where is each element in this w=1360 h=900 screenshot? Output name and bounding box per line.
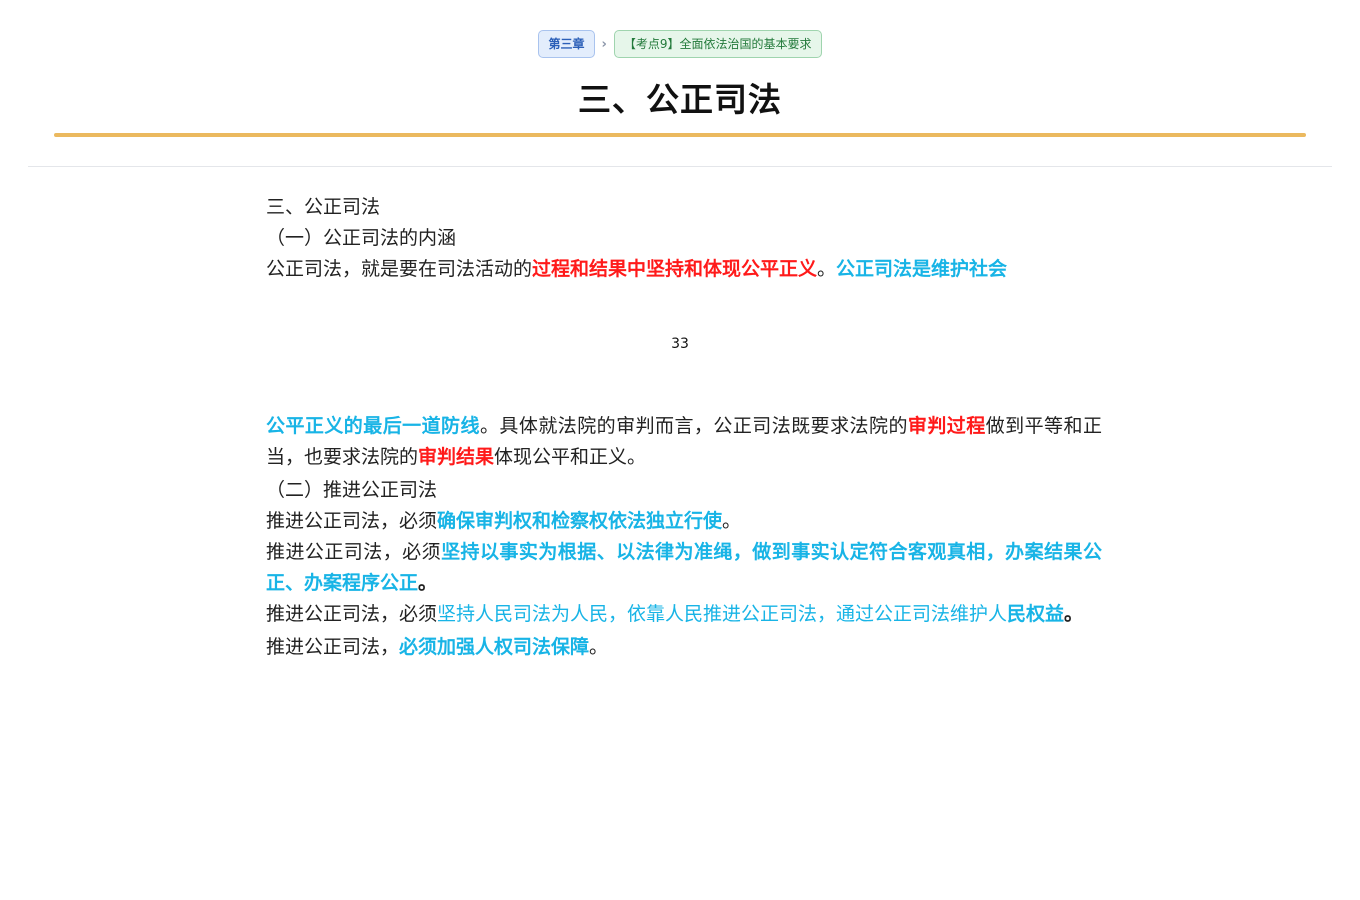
paragraph-6: 推进公正司法，必须加强人权司法保障。 (266, 632, 1102, 663)
paragraph-2-red-emphasis-result: 审判结果 (418, 446, 495, 468)
section-heading: 三、公正司法 (266, 196, 381, 218)
paragraph-4-text-a: 推进公正司法，必须 (266, 541, 442, 563)
breadcrumb-chapter-tag[interactable]: 第三章 (538, 30, 595, 58)
paragraph-2-blue-emphasis: 公平正义的最后一道防线 (266, 415, 480, 437)
page-number: 33 (671, 336, 689, 352)
title-underline (54, 133, 1306, 137)
paragraph-1-blue-emphasis: 公正司法是维护社会 (836, 258, 1008, 280)
document-text-lower: 公平正义的最后一道防线。具体就法院的审判而言，公正司法既要求法院的审判过程做到平… (266, 411, 1102, 663)
document-text-upper: 三、公正司法 （一）公正司法的内涵 公正司法，就是要在司法活动的过程和结果中坚持… (266, 192, 1102, 285)
paragraph-1: 公正司法，就是要在司法活动的过程和结果中坚持和体现公平正义。公正司法是维护社会 (266, 254, 1102, 285)
paragraph-3-blue-emphasis: 确保审判权和检察权依法独立行使 (437, 510, 723, 532)
paragraph-6-text-a: 推进公正司法， (266, 636, 400, 658)
paragraph-5: 推进公正司法，必须坚持人民司法为人民，依靠人民推进公正司法，通过公正司法维护人民… (266, 599, 1102, 630)
paragraph-5-blue-text: 坚持人民司法为人民，依靠人民推进公正司法，通过公正司法维护人 (437, 603, 1008, 625)
paragraph-3-text-c: 。 (722, 510, 742, 532)
paragraph-1-text-c: 。 (817, 258, 837, 280)
paragraph-1-red-emphasis: 过程和结果中坚持和体现公平正义 (532, 258, 818, 280)
page-title: 三、公正司法 (578, 80, 782, 119)
paragraph-2-red-emphasis-process: 审判过程 (907, 415, 986, 437)
header-divider (28, 166, 1332, 167)
breadcrumb-topic-tag[interactable]: 【考点9】全面依法治国的基本要求 (613, 30, 822, 58)
subsection-heading-1: （一）公正司法的内涵 (266, 227, 457, 249)
breadcrumb: 第三章 › 【考点9】全面依法治国的基本要求 (0, 30, 1360, 58)
document-page: 第三章 › 【考点9】全面依法治国的基本要求 三、公正司法 三、公正司法 （一）… (0, 0, 1360, 900)
chevron-right-icon: › (601, 36, 607, 52)
paragraph-3: 推进公正司法，必须确保审判权和检察权依法独立行使。 (266, 506, 1102, 537)
paragraph-6-text-c: 。 (589, 636, 609, 658)
paragraph-2: 公平正义的最后一道防线。具体就法院的审判而言，公正司法既要求法院的审判过程做到平… (266, 411, 1102, 473)
paragraph-5-blue-emphasis: 民权益 (1007, 603, 1065, 625)
subsection-heading-2: （二）推进公正司法 (266, 479, 438, 501)
paragraph-3-text-a: 推进公正司法，必须 (266, 510, 438, 532)
paragraph-1-text-a: 公正司法，就是要在司法活动的 (266, 258, 533, 280)
paragraph-2-text-f: 体现公平和正义。 (494, 446, 647, 468)
paragraph-2-text-b: 。具体就法院的审判而言，公正司法既要求法院的 (479, 415, 908, 437)
paragraph-5-text-d: 。 (1064, 603, 1084, 625)
paragraph-6-blue-emphasis: 必须加强人权司法保障 (399, 636, 590, 658)
paragraph-5-text-a: 推进公正司法，必须 (266, 603, 438, 625)
paragraph-4: 推进公正司法，必须坚持以事实为根据、以法律为准绳，做到事实认定符合客观真相，办案… (266, 537, 1102, 599)
paragraph-4-text-c: 。 (418, 572, 438, 594)
